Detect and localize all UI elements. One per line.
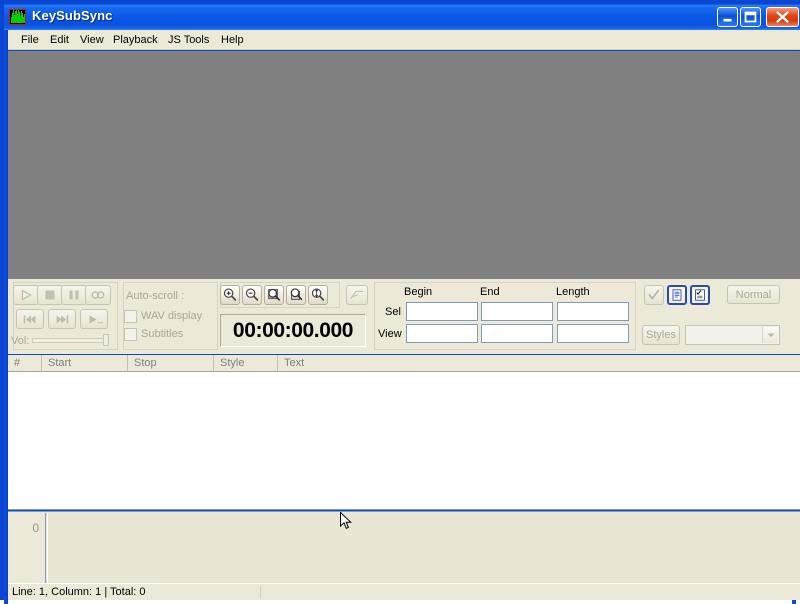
length-column-header: Length	[556, 286, 590, 298]
zoom-selection-button[interactable]	[264, 285, 284, 305]
zoom-out-button[interactable]	[242, 285, 262, 305]
stop-button[interactable]	[37, 285, 63, 305]
waveform-button[interactable]	[346, 285, 368, 305]
sel-length-field[interactable]	[557, 302, 629, 321]
skip-fwd-icon	[56, 315, 69, 324]
maximize-button[interactable]	[740, 7, 761, 27]
zoom-vertical-button[interactable]	[308, 285, 328, 305]
end-column-header: End	[480, 286, 500, 298]
column-header-stop[interactable]: Stop	[128, 355, 214, 371]
magnifier-plus-icon	[223, 288, 237, 301]
time-display: 00:00:00.000	[220, 314, 366, 347]
window-title: KeySubSync	[32, 8, 113, 23]
play-dots-icon	[89, 315, 103, 324]
view-row-label: View	[378, 328, 402, 340]
play-icon	[21, 289, 32, 301]
zoom-in-button[interactable]	[220, 285, 240, 305]
minimize-button[interactable]	[717, 7, 738, 27]
checkmark-icon	[648, 289, 660, 300]
volume-label: Vol:	[11, 335, 30, 347]
magnifier-vertical-icon	[311, 288, 325, 301]
wav-display-label: WAV display	[141, 310, 203, 322]
prev-button[interactable]	[16, 309, 44, 329]
subtitles-checkbox[interactable]	[124, 328, 137, 341]
close-icon	[776, 11, 789, 23]
play-selection-button[interactable]	[80, 309, 108, 329]
begin-column-header: Begin	[404, 286, 433, 298]
status-extra	[261, 585, 800, 600]
text-view-button[interactable]	[667, 285, 687, 305]
translate-button[interactable]	[690, 285, 710, 305]
normal-mode-button[interactable]: Normal	[727, 285, 780, 304]
magnifier-box-icon	[268, 288, 281, 301]
play-button[interactable]	[13, 285, 39, 305]
menu-file[interactable]: File	[16, 33, 44, 48]
volume-slider-track[interactable]	[32, 338, 108, 343]
checklist-icon	[695, 289, 705, 301]
sel-end-field[interactable]	[481, 302, 553, 321]
column-header-index[interactable]: #	[8, 355, 42, 371]
stop-icon	[45, 290, 55, 300]
sel-row-label: Sel	[385, 306, 401, 318]
styles-button-label: Styles	[646, 329, 676, 341]
document-icon	[672, 289, 682, 301]
minimize-icon	[723, 18, 732, 22]
status-bar: Line: 1, Column: 1 | Total: 0	[8, 583, 800, 600]
close-button[interactable]	[766, 7, 799, 27]
subtitles-label: Subtitles	[141, 328, 184, 340]
application-window: KeySubSync File Edit View Playback JS To…	[0, 0, 800, 604]
volume-slider-thumb[interactable]	[103, 334, 109, 346]
menu-view[interactable]: View	[75, 33, 109, 48]
zoom-all-button[interactable]	[286, 285, 306, 305]
loop-icon	[91, 291, 105, 299]
menu-playback[interactable]: Playback	[108, 33, 163, 48]
sel-begin-field[interactable]	[406, 302, 478, 321]
status-position: Line: 1, Column: 1 | Total: 0	[12, 586, 146, 598]
wav-display-checkbox[interactable]	[124, 310, 137, 323]
time-display-value: 00:00:00.000	[232, 318, 354, 342]
menu-js-tools[interactable]: JS Tools	[163, 33, 214, 48]
skip-back-icon	[23, 315, 36, 324]
editor-line-number: 0	[32, 521, 39, 535]
autoscroll-title: Auto-scroll :	[126, 290, 185, 302]
waveform-icon	[9, 9, 26, 25]
next-button[interactable]	[48, 309, 76, 329]
pause-icon	[69, 290, 79, 300]
styles-button[interactable]: Styles	[642, 325, 680, 345]
chevron-down-glyph	[767, 333, 775, 337]
subtitle-editor-pane: 0	[8, 511, 800, 583]
waveform-small-icon	[350, 290, 364, 299]
column-header-style[interactable]: Style	[214, 355, 278, 371]
apply-check-button[interactable]	[644, 285, 664, 305]
loop-button[interactable]	[85, 285, 111, 305]
column-header-start[interactable]: Start	[42, 355, 128, 371]
video-display-area[interactable]	[8, 51, 800, 279]
subtitle-columns-header: # Start Stop Style Text	[8, 355, 800, 372]
editor-text-area[interactable]	[47, 513, 800, 583]
title-bar: KeySubSync	[4, 4, 800, 30]
subtitle-list[interactable]	[8, 372, 800, 510]
editor-line-gutter: 0	[8, 513, 46, 583]
magnifier-pages-icon	[290, 288, 303, 300]
menu-help[interactable]: Help	[216, 33, 249, 48]
view-length-field[interactable]	[557, 324, 629, 343]
view-begin-field[interactable]	[406, 324, 478, 343]
styles-combobox[interactable]	[685, 325, 780, 345]
menu-bar: File Edit View Playback JS Tools Help	[8, 30, 800, 50]
pause-button[interactable]	[61, 285, 87, 305]
normal-mode-label: Normal	[735, 288, 772, 301]
maximize-icon	[744, 11, 757, 23]
view-end-field[interactable]	[481, 324, 553, 343]
chevron-down-icon[interactable]	[762, 327, 778, 343]
menu-edit[interactable]: Edit	[45, 33, 74, 48]
column-header-text[interactable]: Text	[278, 355, 800, 371]
magnifier-minus-icon	[245, 288, 259, 301]
